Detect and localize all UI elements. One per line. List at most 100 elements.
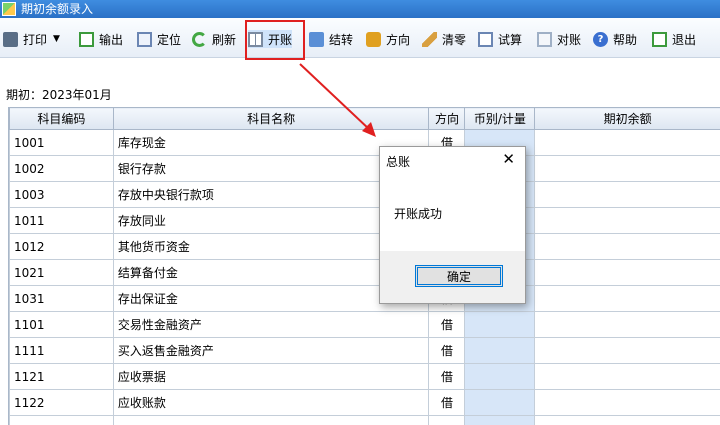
trial-balance-button[interactable]: 试算: [478, 30, 522, 48]
clear-button[interactable]: 清零: [422, 30, 466, 48]
open-account-highlight: [245, 20, 305, 60]
table-row[interactable]: 1002银行存款借: [9, 155, 720, 182]
carry-forward-button[interactable]: 结转: [309, 30, 353, 48]
table-row[interactable]: [9, 415, 720, 425]
help-label: 帮助: [613, 32, 638, 47]
refresh-icon: [192, 31, 207, 47]
print-dropdown-icon[interactable]: ▼: [53, 34, 60, 44]
account-code-cell[interactable]: 1001: [9, 129, 114, 156]
dialog-title: 总账: [386, 155, 411, 169]
account-name-cell[interactable]: 交易性金融资产: [112, 311, 430, 338]
help-button[interactable]: ? 帮助: [593, 30, 637, 48]
account-name-cell[interactable]: [112, 415, 430, 425]
direction-label: 方向: [386, 32, 411, 47]
table-row[interactable]: 1001 库存现金借: [9, 129, 720, 156]
opening-balance-cell[interactable]: [534, 285, 720, 312]
column-header-code[interactable]: 科目编码: [9, 107, 114, 130]
printer-icon: [3, 31, 18, 47]
locate-button[interactable]: 定位: [137, 30, 181, 48]
table-row[interactable]: 1011存放同业借: [9, 207, 720, 234]
reconcile-label: 对账: [557, 32, 582, 47]
column-header-direction[interactable]: 方向: [428, 107, 466, 130]
help-icon: ?: [593, 31, 608, 47]
opening-balance-cell[interactable]: [534, 337, 720, 364]
currency-cell[interactable]: [464, 311, 536, 338]
table-row[interactable]: 1021结算备付金借: [9, 259, 720, 286]
exit-button[interactable]: 退出: [652, 30, 696, 48]
message-dialog: 总账 ✕ 开账成功 确定: [379, 146, 526, 304]
opening-balance-cell[interactable]: [534, 233, 720, 260]
table-row[interactable]: 1012其他货币资金借: [9, 233, 720, 260]
table-row[interactable]: 1101 交易性金融资产借: [9, 311, 720, 338]
opening-balance-cell[interactable]: [534, 415, 720, 425]
toolbar: 打印 ▼ 输出 定位 刷新 开账 结转 方向 清零 试算 对账 ? 帮助 退出: [0, 18, 720, 58]
direction-icon: [366, 31, 381, 47]
currency-cell[interactable]: [464, 363, 536, 390]
export-icon: [79, 31, 94, 47]
direction-cell[interactable]: 借: [428, 337, 466, 364]
dialog-message: 开账成功: [394, 207, 443, 221]
balance-table: 科目编码 科目名称 方向 币别/计量 期初余额 1001 库存现金借 1002 银行…: [9, 107, 720, 425]
account-code-cell[interactable]: 1111: [9, 337, 114, 364]
opening-balance-cell[interactable]: [534, 311, 720, 338]
opening-balance-cell[interactable]: [534, 363, 720, 390]
table-row[interactable]: 1121 应收票据借: [9, 363, 720, 390]
opening-balance-cell[interactable]: [534, 181, 720, 208]
account-name-cell[interactable]: 买入返售金融资产: [112, 337, 430, 364]
direction-cell[interactable]: 借: [428, 363, 466, 390]
account-code-cell[interactable]: 1021: [9, 259, 114, 286]
account-code-cell[interactable]: 1002: [9, 155, 114, 182]
opening-balance-grid: 科目编码 科目名称 方向 币别/计量 期初余额 1001 库存现金借 1002 银行…: [8, 107, 720, 425]
trial-balance-label: 试算: [498, 32, 523, 47]
app-icon: [2, 2, 16, 16]
table-header-row: 科目编码 科目名称 方向 币别/计量 期初余额: [9, 107, 720, 130]
locate-label: 定位: [157, 32, 182, 47]
direction-cell[interactable]: 借: [428, 389, 466, 416]
dialog-footer: 确定: [380, 251, 525, 303]
window-titlebar: 期初余额录入: [0, 0, 720, 18]
reconcile-button[interactable]: 对账: [537, 30, 581, 48]
opening-balance-cell[interactable]: [534, 207, 720, 234]
ok-button[interactable]: 确定: [415, 265, 503, 287]
table-row[interactable]: 1003存放中央银行款项借: [9, 181, 720, 208]
direction-button[interactable]: 方向: [366, 30, 410, 48]
table-row[interactable]: 1031存出保证金借: [9, 285, 720, 312]
opening-balance-cell[interactable]: [534, 389, 720, 416]
account-name-cell[interactable]: 应收账款: [112, 389, 430, 416]
table-row[interactable]: 1111 买入返售金融资产借: [9, 337, 720, 364]
period-label: 期初：2023年01月: [6, 88, 112, 102]
locate-icon: [137, 31, 152, 47]
refresh-button[interactable]: 刷新: [192, 30, 236, 48]
direction-cell[interactable]: [428, 415, 466, 425]
account-name-cell[interactable]: 应收票据: [112, 363, 430, 390]
opening-balance-cell[interactable]: [534, 129, 720, 156]
close-icon[interactable]: ✕: [502, 150, 515, 168]
account-code-cell[interactable]: 1121: [9, 363, 114, 390]
print-button[interactable]: 打印 ▼: [3, 30, 60, 48]
currency-cell[interactable]: [464, 337, 536, 364]
column-header-currency[interactable]: 币别/计量: [464, 107, 536, 130]
currency-cell[interactable]: [464, 415, 536, 425]
print-label: 打印: [23, 32, 48, 47]
account-code-cell[interactable]: 1011: [9, 207, 114, 234]
currency-cell[interactable]: [464, 389, 536, 416]
clear-label: 清零: [442, 32, 467, 47]
opening-balance-cell[interactable]: [534, 259, 720, 286]
account-code-cell[interactable]: 1101: [9, 311, 114, 338]
column-header-opening-balance[interactable]: 期初余额: [534, 107, 720, 130]
account-code-cell[interactable]: 1003: [9, 181, 114, 208]
table-row[interactable]: 1122 应收账款借: [9, 389, 720, 416]
account-code-cell[interactable]: 1122: [9, 389, 114, 416]
opening-balance-cell[interactable]: [534, 155, 720, 182]
exit-label: 退出: [672, 32, 697, 47]
trial-balance-icon: [478, 31, 493, 47]
direction-cell[interactable]: 借: [428, 311, 466, 338]
carry-forward-label: 结转: [329, 32, 354, 47]
export-label: 输出: [99, 32, 124, 47]
window-title: 期初余额录入: [21, 2, 94, 16]
account-code-cell[interactable]: 1012: [9, 233, 114, 260]
account-code-cell[interactable]: 1031: [9, 285, 114, 312]
account-code-cell[interactable]: [9, 415, 114, 425]
column-header-name[interactable]: 科目名称: [112, 107, 430, 130]
export-button[interactable]: 输出: [79, 30, 123, 48]
